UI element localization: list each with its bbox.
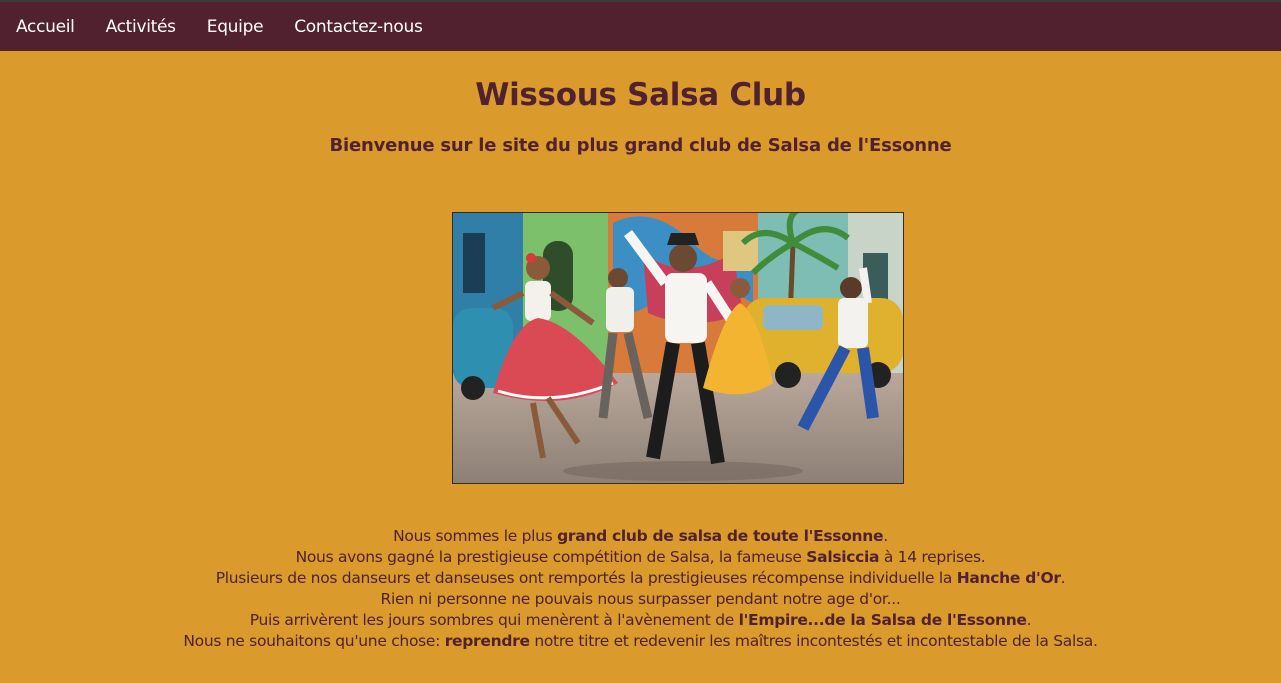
intro-line-6: Nous ne souhaitons qu'une chose: reprend… [183,632,1098,650]
nav-activites[interactable]: Activités [106,17,176,37]
hero-image-frame [452,212,904,484]
top-navbar: Accueil Activités Equipe Contactez-nous [0,0,1281,51]
hero-image [452,212,904,484]
page-subtitle: Bienvenue sur le site du plus grand club… [329,135,952,156]
intro-line-3: Plusieurs de nos danseurs et danseuses o… [215,569,1066,587]
page-title: Wissous Salsa Club [475,77,806,113]
intro-line-5: Puis arrivèrent les jours sombres qui me… [249,611,1032,629]
nav-equipe[interactable]: Equipe [207,17,264,37]
intro-text: Nous sommes le plus grand club de salsa … [0,526,1281,652]
intro-line-2: Nous avons gagné la prestigieuse compéti… [295,548,986,566]
nav-accueil[interactable]: Accueil [16,17,75,37]
nav-contactez-nous[interactable]: Contactez-nous [294,17,423,37]
intro-line-4: Rien ni personne ne pouvais nous surpass… [380,590,901,608]
intro-line-1: Nous sommes le plus grand club de salsa … [393,527,888,545]
